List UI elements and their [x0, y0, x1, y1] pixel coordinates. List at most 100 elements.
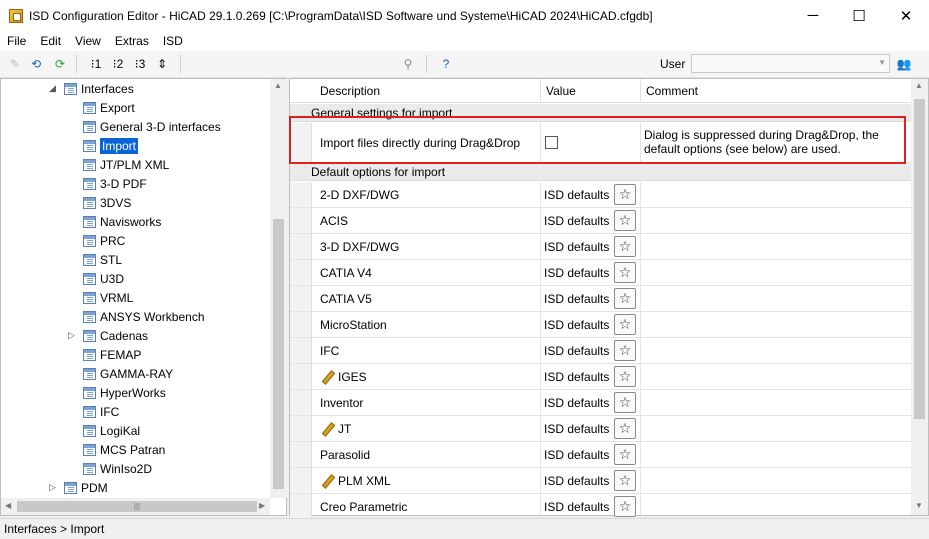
menu-extras[interactable]: Extras [108, 34, 156, 48]
header-description[interactable]: Description [320, 84, 380, 98]
header-comment[interactable]: Comment [646, 84, 698, 98]
expanded-arrow-icon[interactable]: ◢ [49, 83, 56, 94]
scroll-up-icon[interactable]: ▲ [274, 81, 282, 90]
table-row[interactable]: CATIA V4 ISD defaults ☆ [290, 260, 911, 286]
tree-item[interactable]: General 3-D interfaces [83, 117, 221, 136]
tree-item[interactable]: JT/PLM XML [83, 155, 169, 174]
maximize-button[interactable]: ☐ [836, 0, 882, 31]
star-icon[interactable]: ☆ [614, 418, 636, 439]
edit-pencil-icon[interactable]: ✎ [5, 54, 25, 74]
star-icon[interactable]: ☆ [614, 184, 636, 205]
row-value[interactable]: ISD defaults [544, 344, 609, 358]
level-2-icon[interactable]: ⁝2 [108, 54, 128, 74]
collapsed-arrow-icon[interactable]: ▷ [49, 482, 56, 493]
collapsed-arrow-icon[interactable]: ▷ [68, 330, 75, 341]
star-icon[interactable]: ☆ [614, 236, 636, 257]
table-row[interactable]: Creo Parametric ISD defaults ☆ [290, 494, 911, 520]
row-value[interactable]: ISD defaults [544, 240, 609, 254]
table-row[interactable]: Parasolid ISD defaults ☆ [290, 442, 911, 468]
refresh-icon[interactable]: ⟳ [50, 54, 70, 74]
header-value[interactable]: Value [546, 84, 576, 98]
scroll-right-icon[interactable]: ▶ [259, 501, 265, 510]
tree-item[interactable]: WinIso2D [83, 459, 152, 478]
level-1-icon[interactable]: ⁝1 [86, 54, 106, 74]
star-icon[interactable]: ☆ [614, 340, 636, 361]
row-value[interactable]: ISD defaults [544, 188, 609, 202]
minimize-button[interactable]: ─ [790, 0, 836, 31]
menu-view[interactable]: View [68, 34, 108, 48]
tree-item[interactable]: PRC [83, 231, 125, 250]
level-3-icon[interactable]: ⁝3 [130, 54, 150, 74]
row-value[interactable]: ISD defaults [544, 396, 609, 410]
star-icon[interactable]: ☆ [614, 288, 636, 309]
menu-isd[interactable]: ISD [156, 34, 190, 48]
tree-item[interactable]: HyperWorks [83, 383, 166, 402]
table-row[interactable]: CATIA V5 ISD defaults ☆ [290, 286, 911, 312]
user-combobox[interactable]: ▼ [691, 54, 890, 73]
tree-item[interactable]: GAMMA-RAY [83, 364, 173, 383]
table-row[interactable]: Inventor ISD defaults ☆ [290, 390, 911, 416]
table-row[interactable]: 2-D DXF/DWG ISD defaults ☆ [290, 182, 911, 208]
star-icon[interactable]: ☆ [614, 444, 636, 465]
row-value[interactable]: ISD defaults [544, 318, 609, 332]
tree-item[interactable]: IFC [83, 402, 119, 421]
grid-scrollbar[interactable]: ▲ ▼ [911, 79, 928, 515]
row-value[interactable]: ISD defaults [544, 292, 609, 306]
undo-icon[interactable]: ⟲ [26, 54, 46, 74]
star-icon[interactable]: ☆ [614, 496, 636, 517]
star-icon[interactable]: ☆ [614, 392, 636, 413]
help-icon[interactable]: ? [436, 54, 456, 74]
tree-vertical-scrollbar[interactable]: ▲ [270, 79, 287, 498]
users-icon[interactable]: 👥 [894, 54, 914, 74]
tree-item[interactable]: ANSYS Workbench [83, 307, 205, 326]
scroll-up-icon[interactable]: ▲ [915, 81, 923, 90]
menu-edit[interactable]: Edit [33, 34, 68, 48]
binoculars-icon[interactable]: ⚲ [398, 54, 418, 74]
tree-item[interactable]: MCS Patran [83, 440, 165, 459]
star-icon[interactable]: ☆ [614, 262, 636, 283]
tree-item[interactable]: Import [83, 136, 139, 155]
row-value[interactable]: ISD defaults [544, 214, 609, 228]
tree-pane[interactable]: ◢ Interfaces Export General 3-D interfaces I… [0, 78, 287, 516]
group-default-options[interactable]: Default options for import [290, 163, 911, 181]
row-value[interactable]: ISD defaults [544, 370, 609, 384]
tree-item[interactable]: STL [83, 250, 122, 269]
tree-item[interactable]: ▷ PDM [49, 478, 108, 497]
star-icon[interactable]: ☆ [614, 210, 636, 231]
tree-item[interactable]: FEMAP [83, 345, 141, 364]
table-row[interactable]: IFC ISD defaults ☆ [290, 338, 911, 364]
tree-item[interactable]: Navisworks [83, 212, 161, 231]
tree-item[interactable]: Export [83, 98, 135, 117]
scroll-thumb[interactable]: ||| [17, 501, 257, 512]
tree-item[interactable]: ◢ Interfaces [49, 79, 134, 98]
scroll-left-icon[interactable]: ◀ [5, 501, 11, 510]
table-row[interactable]: JT ISD defaults ☆ [290, 416, 911, 442]
table-row[interactable]: MicroStation ISD defaults ☆ [290, 312, 911, 338]
tree-item[interactable]: U3D [83, 269, 124, 288]
scroll-thumb[interactable] [273, 219, 284, 489]
star-icon[interactable]: ☆ [614, 314, 636, 335]
table-row[interactable]: 3-D DXF/DWG ISD defaults ☆ [290, 234, 911, 260]
row-value[interactable]: ISD defaults [544, 500, 609, 514]
star-icon[interactable]: ☆ [614, 366, 636, 387]
scroll-down-icon[interactable]: ▼ [915, 501, 923, 510]
tree-item[interactable]: ▷ Cadenas [68, 326, 148, 345]
row-value[interactable]: ISD defaults [544, 474, 609, 488]
table-row[interactable]: ACIS ISD defaults ☆ [290, 208, 911, 234]
tree-item[interactable]: LogiKal [83, 421, 140, 440]
row-value[interactable]: ISD defaults [544, 422, 609, 436]
menu-file[interactable]: File [0, 34, 33, 48]
close-button[interactable]: ✕ [883, 0, 929, 31]
tree-item[interactable]: 3DVS [83, 193, 131, 212]
table-row[interactable]: IGES ISD defaults ☆ [290, 364, 911, 390]
tree-item[interactable]: 3-D PDF [83, 174, 147, 193]
tree-item[interactable]: VRML [83, 288, 133, 307]
row-name: Parasolid [320, 448, 371, 462]
star-icon[interactable]: ☆ [614, 470, 636, 491]
row-value[interactable]: ISD defaults [544, 266, 609, 280]
row-value[interactable]: ISD defaults [544, 448, 609, 462]
expand-all-icon[interactable]: ⇕ [152, 54, 172, 74]
table-row[interactable]: PLM XML ISD defaults ☆ [290, 468, 911, 494]
tree-horizontal-scrollbar[interactable]: ◀ ||| ▶ [1, 498, 270, 515]
scroll-thumb[interactable] [914, 99, 925, 419]
